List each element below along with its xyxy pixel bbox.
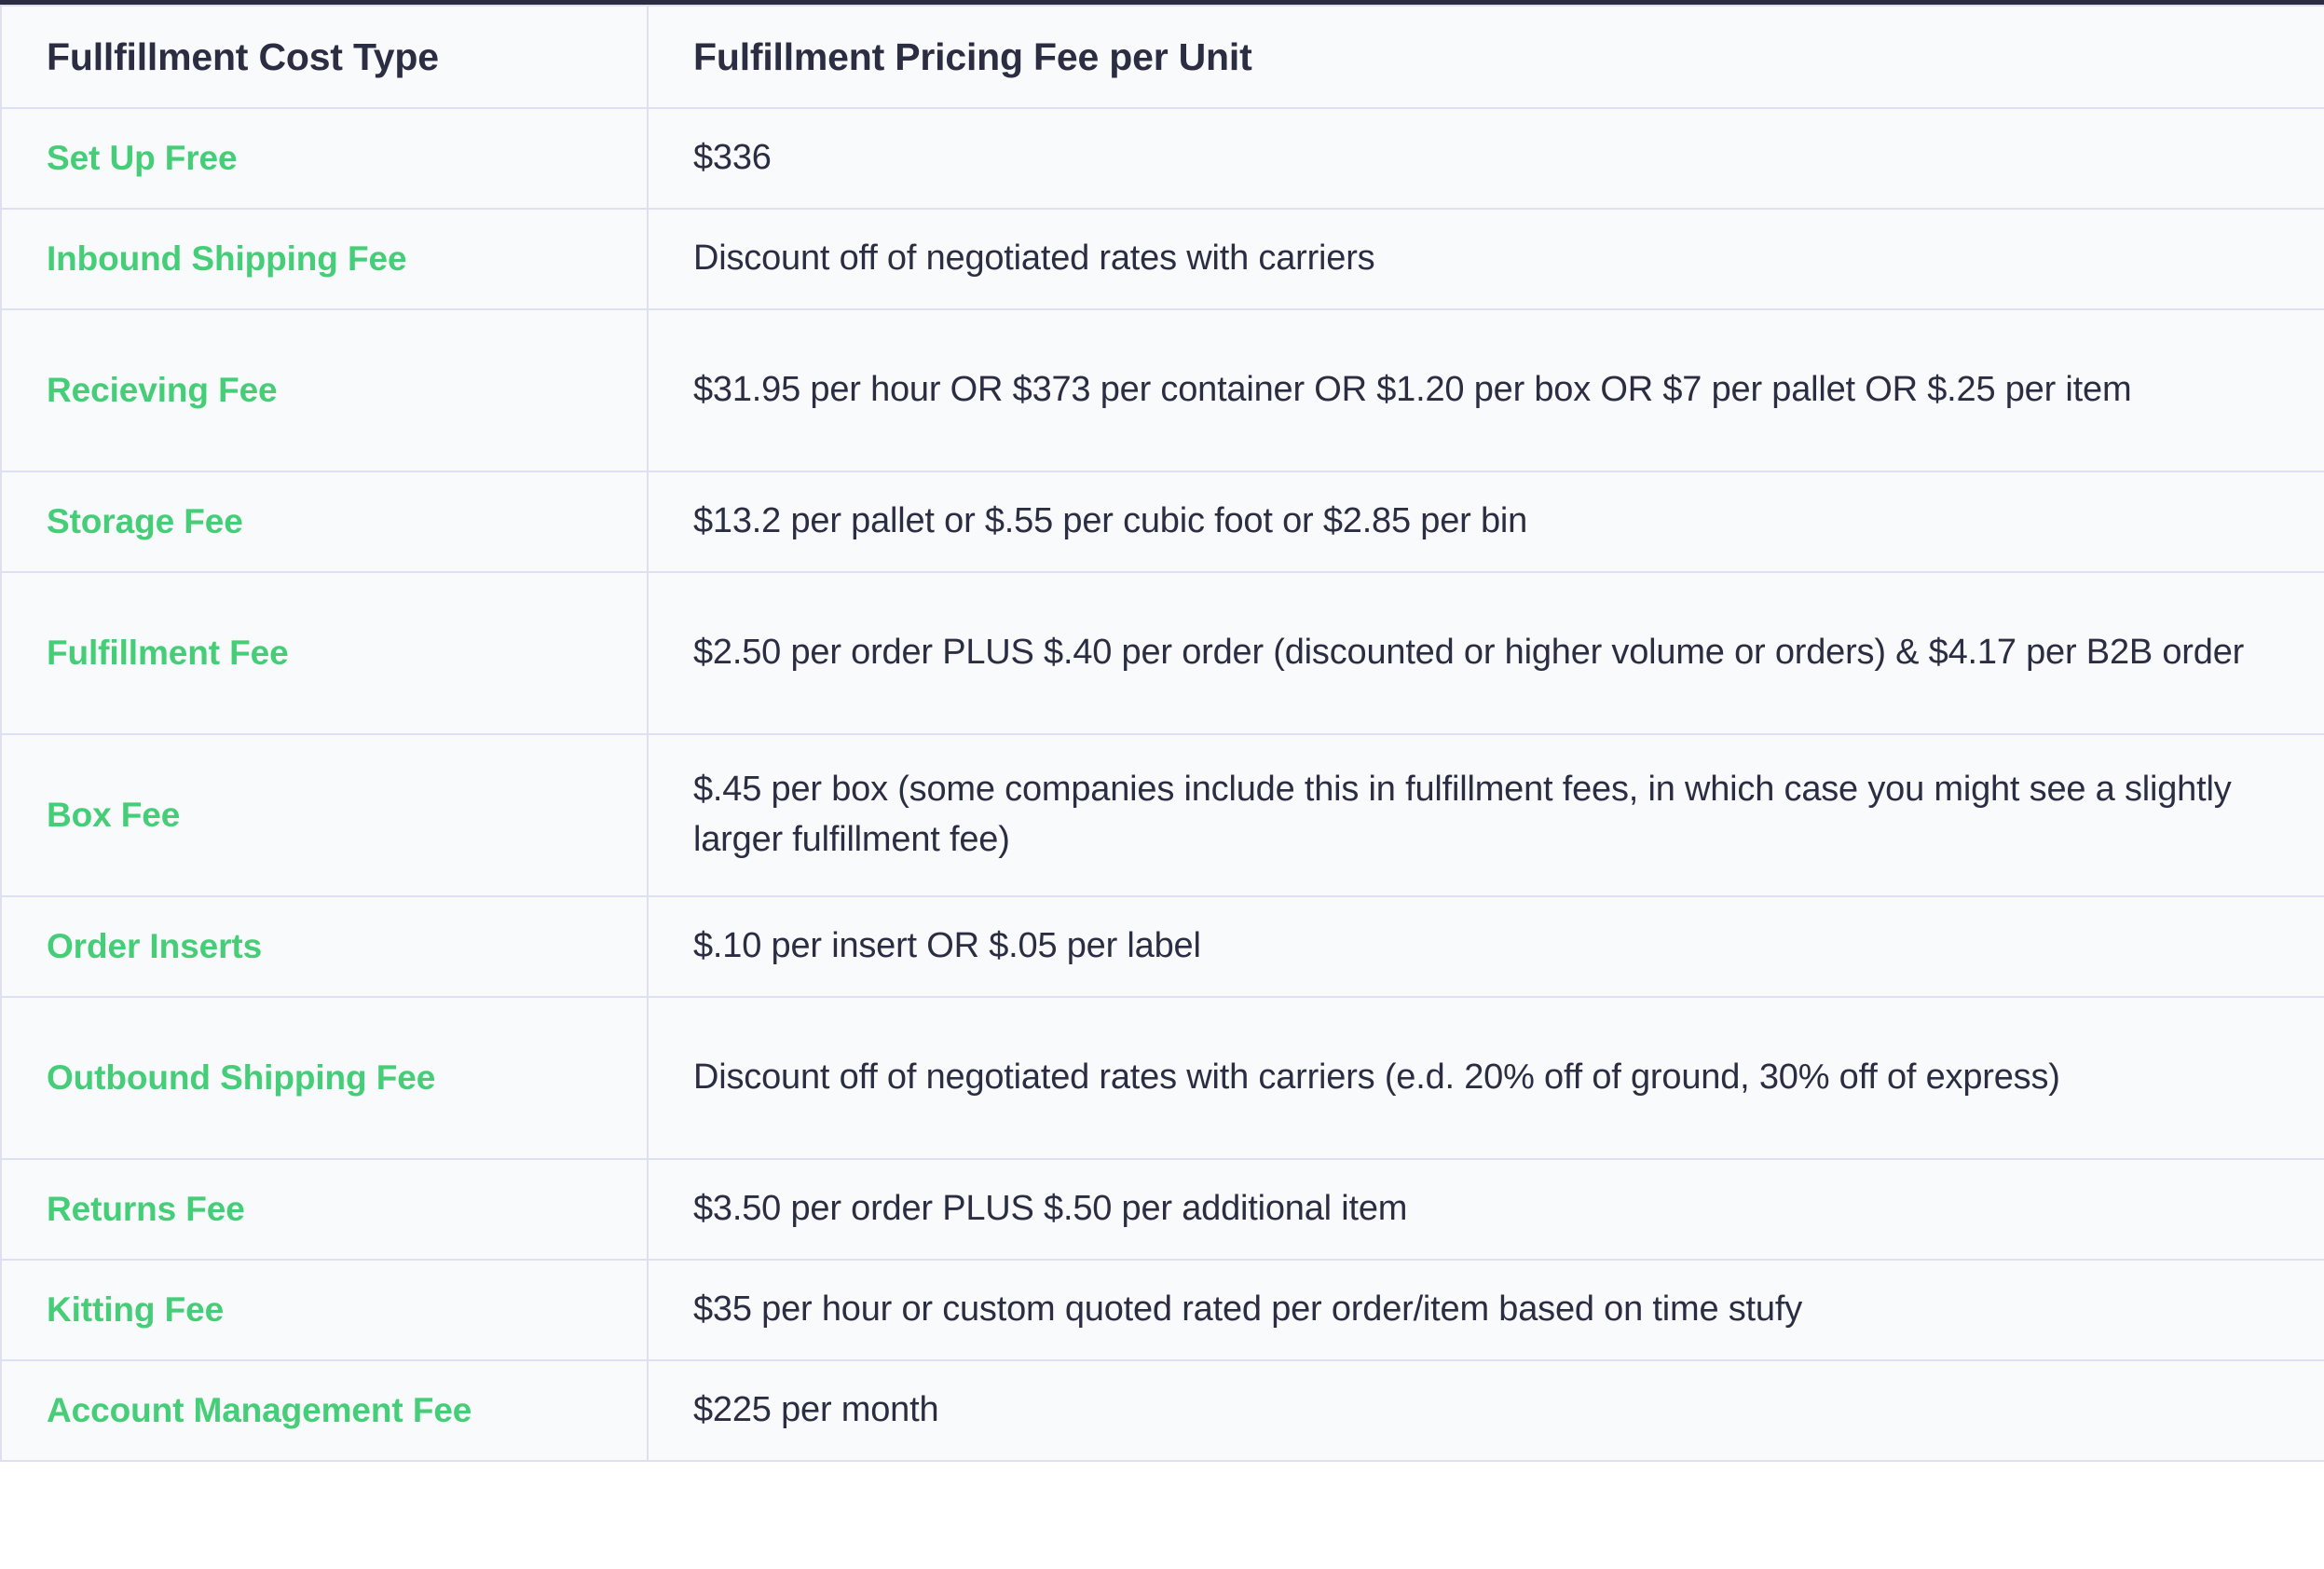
fulfillment-cost-table: Fullfillment Cost Type Fulfillment Prici…: [0, 4, 2324, 1463]
fee-value-cell: $225 per month: [647, 1359, 2324, 1463]
table-row: Recieving Fee $31.95 per hour OR $373 pe…: [0, 308, 2324, 473]
table-row: Set Up Free $336: [0, 107, 2324, 211]
cost-type-cell: Fulfillment Fee: [0, 571, 649, 736]
fee-value-cell: $13.2 per pallet or $.55 per cubic foot …: [647, 471, 2324, 574]
cost-type-cell: Account Management Fee: [0, 1359, 649, 1463]
table-row: Outbound Shipping Fee Discount off of ne…: [0, 996, 2324, 1161]
table-header: Fullfillment Cost Type Fulfillment Prici…: [0, 4, 2324, 110]
table-row: Inbound Shipping Fee Discount off of neg…: [0, 208, 2324, 311]
cost-type-cell: Returns Fee: [0, 1158, 649, 1262]
fee-value-cell: $3.50 per order PLUS $.50 per additional…: [647, 1158, 2324, 1262]
fee-value-cell: $.45 per box (some companies include thi…: [647, 733, 2324, 898]
table-body: Set Up Free $336 Inbound Shipping Fee Di…: [0, 107, 2324, 1463]
table-row: Storage Fee $13.2 per pallet or $.55 per…: [0, 471, 2324, 574]
cost-type-cell: Inbound Shipping Fee: [0, 208, 649, 311]
fee-value-cell: Discount off of negotiated rates with ca…: [647, 208, 2324, 311]
fee-value-cell: $35 per hour or custom quoted rated per …: [647, 1259, 2324, 1362]
table-row: Box Fee $.45 per box (some companies inc…: [0, 733, 2324, 898]
table-row: Fulfillment Fee $2.50 per order PLUS $.4…: [0, 571, 2324, 736]
cost-type-cell: Recieving Fee: [0, 308, 649, 473]
cost-type-cell: Order Inserts: [0, 895, 649, 999]
fee-value-cell: $336: [647, 107, 2324, 211]
table-row: Account Management Fee $225 per month: [0, 1359, 2324, 1463]
cost-type-cell: Box Fee: [0, 733, 649, 898]
fee-value-cell: $31.95 per hour OR $373 per container OR…: [647, 308, 2324, 473]
table-row: Returns Fee $3.50 per order PLUS $.50 pe…: [0, 1158, 2324, 1262]
page-frame: Fullfillment Cost Type Fulfillment Prici…: [0, 0, 2324, 1569]
table-row: Kitting Fee $35 per hour or custom quote…: [0, 1259, 2324, 1362]
cost-type-cell: Set Up Free: [0, 107, 649, 211]
cost-type-cell: Storage Fee: [0, 471, 649, 574]
cost-type-cell: Outbound Shipping Fee: [0, 996, 649, 1161]
column-header-fee-per-unit: Fulfillment Pricing Fee per Unit: [647, 4, 2324, 110]
fee-value-cell: Discount off of negotiated rates with ca…: [647, 996, 2324, 1161]
column-header-cost-type: Fullfillment Cost Type: [0, 4, 649, 110]
fee-value-cell: $2.50 per order PLUS $.40 per order (dis…: [647, 571, 2324, 736]
fee-value-cell: $.10 per insert OR $.05 per label: [647, 895, 2324, 999]
cost-type-cell: Kitting Fee: [0, 1259, 649, 1362]
table-header-row: Fullfillment Cost Type Fulfillment Prici…: [0, 4, 2324, 110]
table-row: Order Inserts $.10 per insert OR $.05 pe…: [0, 895, 2324, 999]
